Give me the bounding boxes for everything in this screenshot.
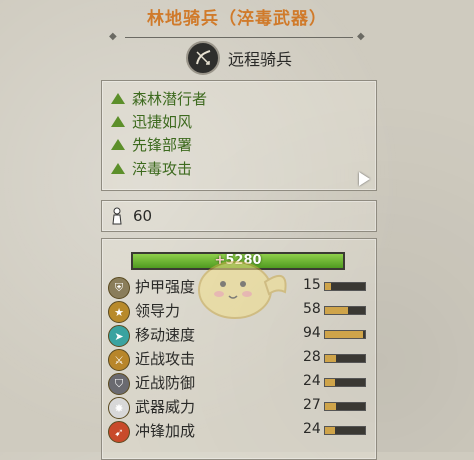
stat-value: 24: [303, 421, 321, 437]
stat-value: 94: [303, 325, 321, 341]
leadership-icon: ★: [108, 301, 130, 323]
stat-row[interactable]: ✸ 武器威力 27: [108, 396, 370, 419]
stat-label: 近战攻击: [135, 350, 196, 368]
trait-triangle-icon: [111, 162, 125, 174]
armor-icon: ⛨: [108, 277, 130, 299]
unit-title: 林地骑兵（淬毒武器）: [147, 9, 327, 29]
unit-type: 远程骑兵: [186, 41, 293, 75]
stat-bar: [324, 402, 366, 411]
traits-panel: 森林潜行者 迅捷如风 先锋部署 淬毒攻击: [101, 80, 377, 191]
weapon-strength-icon: ✸: [108, 397, 130, 419]
stat-label: 领导力: [135, 302, 181, 320]
stat-row[interactable]: ⛉ 近战防御 24: [108, 372, 370, 395]
trait-label: 森林潜行者: [132, 89, 208, 108]
stat-bar-fill: [325, 307, 349, 314]
stat-label: 冲锋加成: [135, 422, 196, 440]
trait-triangle-icon: [111, 138, 125, 150]
trait-item[interactable]: 迅捷如风: [111, 110, 192, 132]
stat-row[interactable]: ➹ 冲锋加成 24: [108, 420, 370, 443]
ranged-cavalry-icon: [186, 41, 220, 75]
stat-label: 武器威力: [135, 398, 196, 416]
upkeep-value: 60: [133, 207, 153, 225]
stat-bar: [324, 354, 366, 363]
upkeep-icon: [112, 207, 122, 225]
title-divider: ◆ ◆: [109, 31, 365, 42]
stat-value: 28: [303, 349, 321, 365]
trait-item[interactable]: 先锋部署: [111, 133, 192, 155]
stat-row[interactable]: ➤ 移动速度 94: [108, 324, 370, 347]
stat-value: 15: [303, 277, 321, 293]
stat-bar: [324, 330, 366, 339]
stat-row[interactable]: ★ 领导力 58: [108, 300, 370, 323]
stat-bar-fill: [325, 355, 337, 362]
trait-item[interactable]: 淬毒攻击: [111, 157, 192, 179]
stat-value: 27: [303, 397, 321, 413]
stat-bar-fill: [325, 427, 335, 434]
unit-type-label: 远程骑兵: [228, 50, 293, 69]
stat-row[interactable]: ⚔ 近战攻击 28: [108, 348, 370, 371]
upkeep-panel: 60: [101, 200, 377, 232]
stat-bar: [324, 426, 366, 435]
trait-triangle-icon: [111, 115, 125, 127]
speed-icon: ➤: [108, 325, 130, 347]
expand-arrow-icon[interactable]: [359, 172, 370, 186]
stat-label: 近战防御: [135, 374, 196, 392]
trait-label: 淬毒攻击: [132, 159, 193, 178]
melee-attack-icon: ⚔: [108, 349, 130, 371]
stat-row[interactable]: ⛨ 护甲强度 15: [108, 276, 370, 299]
stat-value: 58: [303, 301, 321, 317]
stat-bar: [324, 282, 366, 291]
stat-bar-fill: [325, 283, 331, 290]
stat-bar: [324, 378, 366, 387]
stat-label: 移动速度: [135, 326, 196, 344]
stat-value: 24: [303, 373, 321, 389]
charge-bonus-icon: ➹: [108, 421, 130, 443]
trait-triangle-icon: [111, 92, 125, 104]
trait-label: 迅捷如风: [132, 112, 193, 131]
stat-label: 护甲强度: [135, 278, 196, 296]
stat-bar: [324, 306, 366, 315]
stat-bar-fill: [325, 331, 363, 338]
trait-label: 先锋部署: [132, 135, 193, 154]
stat-bar-fill: [325, 379, 335, 386]
stat-bar-fill: [325, 403, 336, 410]
trait-item[interactable]: 森林潜行者: [111, 87, 207, 109]
melee-defence-icon: ⛉: [108, 373, 130, 395]
